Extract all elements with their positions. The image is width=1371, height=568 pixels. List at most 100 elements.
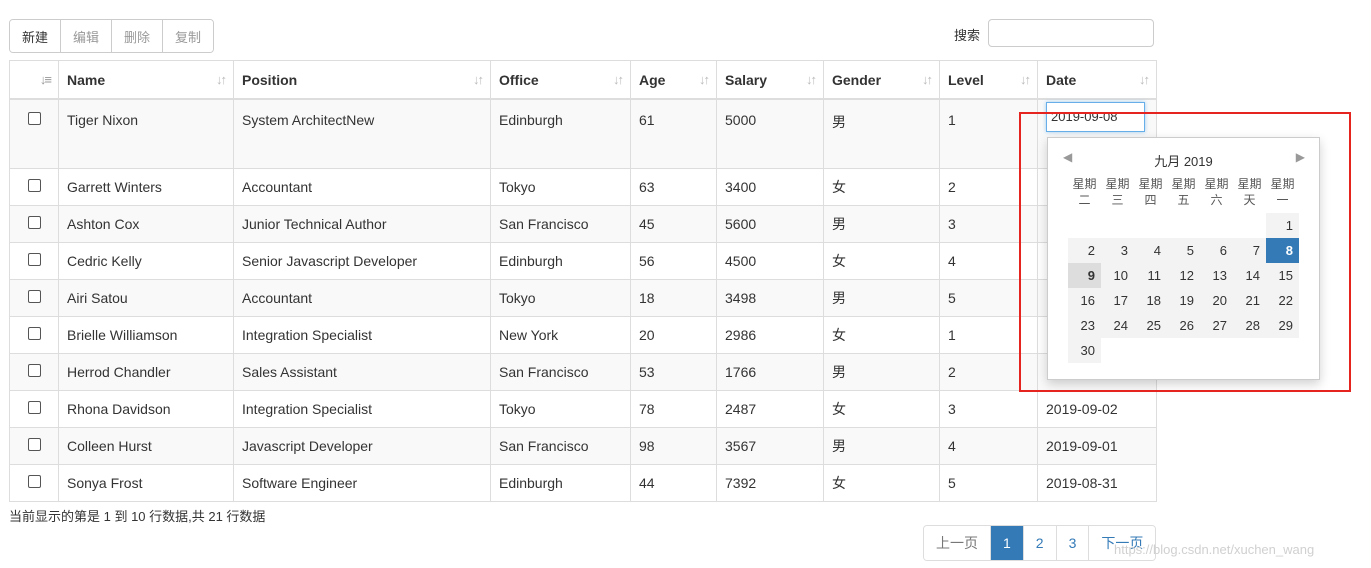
cell-salary[interactable]: 5600 (716, 205, 824, 243)
page-1-button[interactable]: 1 (991, 526, 1024, 560)
cell-name[interactable]: Cedric Kelly (58, 242, 234, 280)
table-row[interactable]: Colleen Hurst Javascript Developer San F… (9, 427, 1157, 465)
cell-age[interactable]: 78 (630, 390, 717, 428)
cell-salary[interactable]: 7392 (716, 464, 824, 502)
cell-office[interactable]: New York (490, 316, 631, 354)
cell-name[interactable]: Colleen Hurst (58, 427, 234, 465)
cell-salary[interactable]: 3498 (716, 279, 824, 317)
row-checkbox[interactable] (28, 216, 41, 229)
row-checkbox[interactable] (28, 327, 41, 340)
header-office[interactable]: Office ↓↑ (490, 60, 631, 100)
cell-date[interactable]: 2019-09-02 (1037, 390, 1157, 428)
copy-button[interactable]: 复制 (163, 20, 214, 52)
cell-age[interactable]: 44 (630, 464, 717, 502)
cell-age[interactable]: 45 (630, 205, 717, 243)
cell-position[interactable]: Software Engineer (233, 464, 491, 502)
cell-gender[interactable]: 女 (823, 464, 940, 502)
cell-office[interactable]: Edinburgh (490, 242, 631, 280)
cell-age[interactable]: 98 (630, 427, 717, 465)
table-row[interactable]: Garrett Winters Accountant Tokyo 63 3400… (9, 168, 1157, 206)
table-row[interactable]: Cedric Kelly Senior Javascript Developer… (9, 242, 1157, 280)
cell-position[interactable]: System ArchitectNew (233, 98, 491, 169)
cell-age[interactable]: 20 (630, 316, 717, 354)
row-checkbox[interactable] (28, 179, 41, 192)
cell-office[interactable]: Tokyo (490, 279, 631, 317)
cell-gender[interactable]: 男 (823, 279, 940, 317)
cell-name[interactable]: Garrett Winters (58, 168, 234, 206)
cell-salary[interactable]: 3567 (716, 427, 824, 465)
cell-name[interactable]: Herrod Chandler (58, 353, 234, 391)
cell-date[interactable]: 2019-08-31 (1037, 464, 1157, 502)
cell-position[interactable]: Junior Technical Author (233, 205, 491, 243)
cell-age[interactable]: 53 (630, 353, 717, 391)
cell-salary[interactable]: 2986 (716, 316, 824, 354)
cell-salary[interactable]: 3400 (716, 168, 824, 206)
cell-office[interactable]: San Francisco (490, 353, 631, 391)
cell-salary[interactable]: 5000 (716, 98, 824, 169)
table-row[interactable]: Rhona Davidson Integration Specialist To… (9, 390, 1157, 428)
search-input[interactable] (988, 19, 1154, 47)
cell-office[interactable]: San Francisco (490, 205, 631, 243)
cell-position[interactable]: Integration Specialist (233, 316, 491, 354)
row-checkbox[interactable] (28, 253, 41, 266)
page-3-button[interactable]: 3 (1056, 526, 1090, 560)
cell-level[interactable]: 4 (939, 427, 1038, 465)
cell-level[interactable]: 5 (939, 464, 1038, 502)
cell-position[interactable]: Accountant (233, 279, 491, 317)
cell-office[interactable]: Edinburgh (490, 464, 631, 502)
header-select[interactable]: ↓≡ (9, 60, 59, 100)
header-gender[interactable]: Gender ↓↑ (823, 60, 940, 100)
header-salary[interactable]: Salary ↓↑ (716, 60, 824, 100)
cell-name[interactable]: Brielle Williamson (58, 316, 234, 354)
cell-salary[interactable]: 2487 (716, 390, 824, 428)
table-row[interactable]: Airi Satou Accountant Tokyo 18 3498 男 5 (9, 279, 1157, 317)
row-checkbox[interactable] (28, 290, 41, 303)
cell-name[interactable]: Sonya Frost (58, 464, 234, 502)
cell-gender[interactable]: 男 (823, 427, 940, 465)
table-row[interactable]: Brielle Williamson Integration Specialis… (9, 316, 1157, 354)
prev-page-button[interactable]: 上一页 (924, 526, 991, 560)
cell-position[interactable]: Accountant (233, 168, 491, 206)
table-row[interactable]: Tiger Nixon System ArchitectNew Edinburg… (9, 98, 1157, 169)
delete-button[interactable]: 删除 (112, 20, 164, 52)
cell-age[interactable]: 61 (630, 98, 717, 169)
edit-button[interactable]: 编辑 (61, 20, 113, 52)
cell-office[interactable]: Tokyo (490, 390, 631, 428)
cell-age[interactable]: 56 (630, 242, 717, 280)
table-row[interactable]: Sonya Frost Software Engineer Edinburgh … (9, 464, 1157, 502)
row-checkbox[interactable] (28, 364, 41, 377)
cell-name[interactable]: Rhona Davidson (58, 390, 234, 428)
cell-gender[interactable]: 男 (823, 205, 940, 243)
cell-position[interactable]: Javascript Developer (233, 427, 491, 465)
table-row[interactable]: Herrod Chandler Sales Assistant San Fran… (9, 353, 1157, 391)
cell-position[interactable]: Integration Specialist (233, 390, 491, 428)
cell-position[interactable]: Senior Javascript Developer (233, 242, 491, 280)
cell-office[interactable]: San Francisco (490, 427, 631, 465)
cell-name[interactable]: Airi Satou (58, 279, 234, 317)
row-checkbox[interactable] (28, 401, 41, 414)
header-position[interactable]: Position ↓↑ (233, 60, 491, 100)
cell-gender[interactable]: 女 (823, 168, 940, 206)
cell-office[interactable]: Edinburgh (490, 98, 631, 169)
row-checkbox[interactable] (28, 112, 41, 125)
cell-gender[interactable]: 男 (823, 353, 940, 391)
row-checkbox[interactable] (28, 438, 41, 451)
cell-gender[interactable]: 女 (823, 242, 940, 280)
cell-age[interactable]: 18 (630, 279, 717, 317)
cell-salary[interactable]: 1766 (716, 353, 824, 391)
cell-office[interactable]: Tokyo (490, 168, 631, 206)
page-2-button[interactable]: 2 (1023, 526, 1057, 560)
cell-age[interactable]: 63 (630, 168, 717, 206)
cell-salary[interactable]: 4500 (716, 242, 824, 280)
row-checkbox[interactable] (28, 475, 41, 488)
header-name[interactable]: Name ↓↑ (58, 60, 234, 100)
cell-gender[interactable]: 男 (823, 98, 940, 169)
table-row[interactable]: Ashton Cox Junior Technical Author San F… (9, 205, 1157, 243)
cell-name[interactable]: Tiger Nixon (58, 98, 234, 169)
new-button[interactable]: 新建 (10, 20, 62, 52)
header-date[interactable]: Date ↓↑ (1037, 60, 1157, 100)
cell-position[interactable]: Sales Assistant (233, 353, 491, 391)
cell-level[interactable]: 3 (939, 390, 1038, 428)
cell-gender[interactable]: 女 (823, 316, 940, 354)
cell-name[interactable]: Ashton Cox (58, 205, 234, 243)
